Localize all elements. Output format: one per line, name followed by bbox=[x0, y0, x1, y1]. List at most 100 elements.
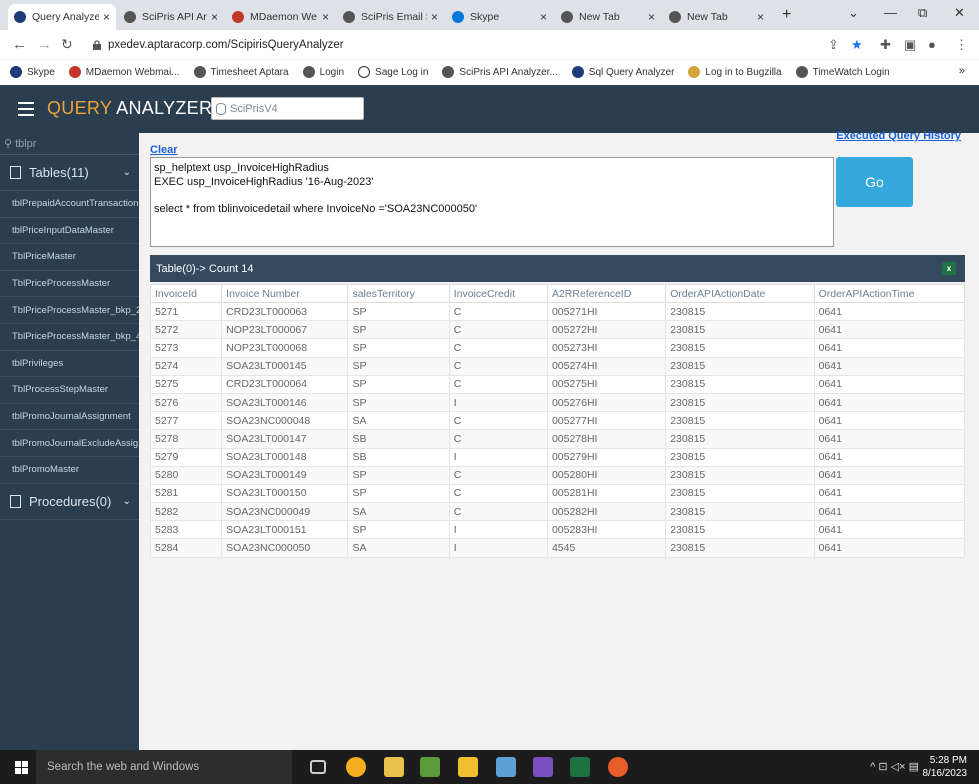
close-tab-icon[interactable]: × bbox=[103, 10, 110, 24]
browser-tab[interactable]: Query Analyzer × bbox=[8, 4, 116, 30]
close-tab-icon[interactable]: × bbox=[322, 10, 329, 24]
profile-icon[interactable]: ● bbox=[928, 37, 936, 52]
sidebar-table-item[interactable]: tblPriceInputDataMaster bbox=[0, 218, 139, 245]
sidebar-search-input[interactable]: tblpr bbox=[15, 138, 36, 150]
tool-app-icon[interactable] bbox=[496, 757, 516, 777]
chrome-icon[interactable] bbox=[346, 757, 366, 777]
sidebar-table-item[interactable]: TblProcessStepMaster bbox=[0, 377, 139, 404]
bookmark-item[interactable]: Skype bbox=[10, 66, 55, 78]
postman-icon[interactable] bbox=[608, 757, 628, 777]
table-cell: 230815 bbox=[665, 338, 815, 358]
tables-group-header[interactable]: Tables(11) ⌄ bbox=[0, 155, 139, 191]
sidebar-table-item[interactable]: TblPriceProcessMaster_bkp_2 bbox=[0, 297, 139, 324]
excel-icon[interactable] bbox=[570, 757, 590, 777]
forward-arrow-icon[interactable]: → bbox=[37, 36, 52, 53]
table-cell: SP bbox=[347, 374, 450, 394]
tab-search-icon[interactable]: ⌄ bbox=[848, 5, 859, 21]
main-panel: Executed Query History Clear Go Table(0)… bbox=[139, 130, 979, 750]
minimize-button[interactable]: — bbox=[884, 5, 897, 20]
bookmark-favicon-icon bbox=[68, 66, 81, 78]
table-row: 5275 CRD23LT000064 SP C 005275HI 230815 0641 bbox=[149, 374, 966, 394]
sticky-app-icon[interactable] bbox=[458, 757, 478, 777]
system-tray-icons[interactable]: ^ ⊡ ◁× ▤ bbox=[870, 760, 919, 773]
new-tab-button[interactable]: + bbox=[782, 6, 791, 24]
table-cell: 230815 bbox=[665, 538, 815, 558]
bookmark-item[interactable]: Sage Log in bbox=[358, 66, 428, 78]
browser-tab[interactable]: New Tab × bbox=[555, 4, 661, 30]
bookmark-item[interactable]: Login bbox=[302, 66, 344, 78]
executed-query-history-link[interactable]: Executed Query History bbox=[836, 130, 961, 142]
sidebar-table-item[interactable]: TblPriceProcessMaster_bkp_4 bbox=[0, 324, 139, 351]
maximize-button[interactable]: ⧉ bbox=[918, 5, 927, 21]
browser-tab[interactable]: Skype × bbox=[446, 4, 553, 30]
taskbar-clock[interactable]: 5:28 PM 8/16/2023 bbox=[923, 754, 968, 780]
close-tab-icon[interactable]: × bbox=[431, 10, 438, 24]
visual-studio-icon[interactable] bbox=[533, 757, 553, 777]
database-select[interactable]: SciPrisV4 bbox=[211, 97, 364, 120]
database-name: SciPrisV4 bbox=[230, 102, 278, 115]
clear-link[interactable]: Clear bbox=[150, 144, 178, 156]
bookmark-star-icon[interactable]: ★ bbox=[851, 37, 863, 53]
table-cell: SA bbox=[347, 538, 450, 558]
back-arrow-icon[interactable]: ← bbox=[12, 36, 27, 53]
notepad-icon[interactable] bbox=[420, 757, 440, 777]
column-header[interactable]: InvoiceCredit bbox=[448, 284, 548, 303]
browser-tab[interactable]: SciPris Email Se × bbox=[337, 4, 444, 30]
column-header[interactable]: Invoice Number bbox=[221, 284, 349, 303]
table-cell: 5283 bbox=[149, 520, 223, 540]
sidebar-table-item[interactable]: tblPrivileges bbox=[0, 351, 139, 378]
address-bar[interactable]: pxedev.aptaracorp.com/ScipirisQueryAnaly… bbox=[84, 34, 804, 56]
bookmark-item[interactable]: Timesheet Aptara bbox=[193, 66, 289, 78]
bookmark-item[interactable]: Log in to Bugzilla bbox=[688, 66, 782, 78]
share-icon[interactable]: ⇪ bbox=[828, 37, 839, 53]
hamburger-menu-icon[interactable] bbox=[18, 102, 34, 116]
bookmarks-more-button[interactable]: » bbox=[959, 65, 965, 77]
close-tab-icon[interactable]: × bbox=[757, 10, 764, 24]
extensions-icon[interactable]: ✚ bbox=[880, 37, 891, 53]
table-cell: 005283HI bbox=[546, 520, 667, 540]
table-cell: SA bbox=[347, 411, 450, 431]
column-header[interactable]: OrderAPIActionDate bbox=[665, 284, 815, 303]
bookmark-item[interactable]: SciPris API Analyzer... bbox=[442, 66, 558, 78]
bookmark-item[interactable]: MDaemon Webmai... bbox=[68, 66, 180, 78]
bookmark-item[interactable]: Sql Query Analyzer bbox=[571, 66, 674, 78]
column-header[interactable]: salesTerritory bbox=[347, 284, 450, 303]
menu-kebab-icon[interactable]: ⋮ bbox=[955, 37, 968, 53]
task-view-icon[interactable] bbox=[310, 760, 326, 774]
close-window-button[interactable]: ✕ bbox=[954, 5, 965, 21]
tab-title: Skype bbox=[470, 11, 500, 23]
sidebar-table-item[interactable]: tblPromoJournalAssignment bbox=[0, 404, 139, 431]
table-cell: 5274 bbox=[149, 356, 223, 376]
sidebar-table-item[interactable]: tblPromoMaster bbox=[0, 457, 139, 484]
sidebar-table-item[interactable]: TblPriceMaster bbox=[0, 244, 139, 271]
procedures-group-header[interactable]: Procedures(0) ⌄ bbox=[0, 484, 139, 520]
sidebar-table-item[interactable]: tblPrepaidAccountTransaction bbox=[0, 191, 139, 218]
query-editor[interactable] bbox=[150, 157, 834, 247]
bookmark-item[interactable]: TimeWatch Login bbox=[795, 66, 890, 78]
table-cell: C bbox=[448, 338, 548, 358]
file-explorer-icon[interactable] bbox=[384, 757, 404, 777]
close-tab-icon[interactable]: × bbox=[540, 10, 547, 24]
column-header[interactable]: A2RReferenceID bbox=[546, 284, 667, 303]
excel-export-icon[interactable]: x bbox=[942, 262, 956, 275]
sidebar-table-item[interactable]: TblPriceProcessMaster bbox=[0, 271, 139, 298]
taskbar-search-box[interactable]: Search the web and Windows bbox=[36, 750, 292, 784]
browser-tab[interactable]: MDaemon We × bbox=[226, 4, 335, 30]
app-title-first: QUERY bbox=[47, 98, 112, 118]
sidebar-table-item[interactable]: tblPromoJournalExcludeAssig bbox=[0, 430, 139, 457]
browser-tab-strip: + ⌄ — ⧉ ✕ Query Analyzer×SciPris API Ana… bbox=[0, 0, 979, 30]
sidebar-search[interactable]: ⚲ tblpr bbox=[0, 133, 139, 155]
reload-icon[interactable]: ↻ bbox=[61, 36, 73, 53]
column-header[interactable]: OrderAPIActionTime bbox=[813, 284, 966, 303]
go-button[interactable]: Go bbox=[836, 157, 913, 207]
side-panel-icon[interactable]: ▣ bbox=[904, 37, 916, 53]
close-tab-icon[interactable]: × bbox=[648, 10, 655, 24]
result-title: Table(0)-> Count 14 bbox=[156, 262, 254, 275]
clock-date: 8/16/2023 bbox=[922, 768, 968, 779]
browser-tab[interactable]: New Tab × bbox=[663, 4, 770, 30]
browser-tab[interactable]: SciPris API Ana × bbox=[118, 4, 224, 30]
close-tab-icon[interactable]: × bbox=[211, 10, 218, 24]
windows-start-icon[interactable] bbox=[15, 761, 28, 774]
table-cell: SP bbox=[347, 301, 450, 322]
column-header[interactable]: InvoiceId bbox=[149, 284, 223, 303]
